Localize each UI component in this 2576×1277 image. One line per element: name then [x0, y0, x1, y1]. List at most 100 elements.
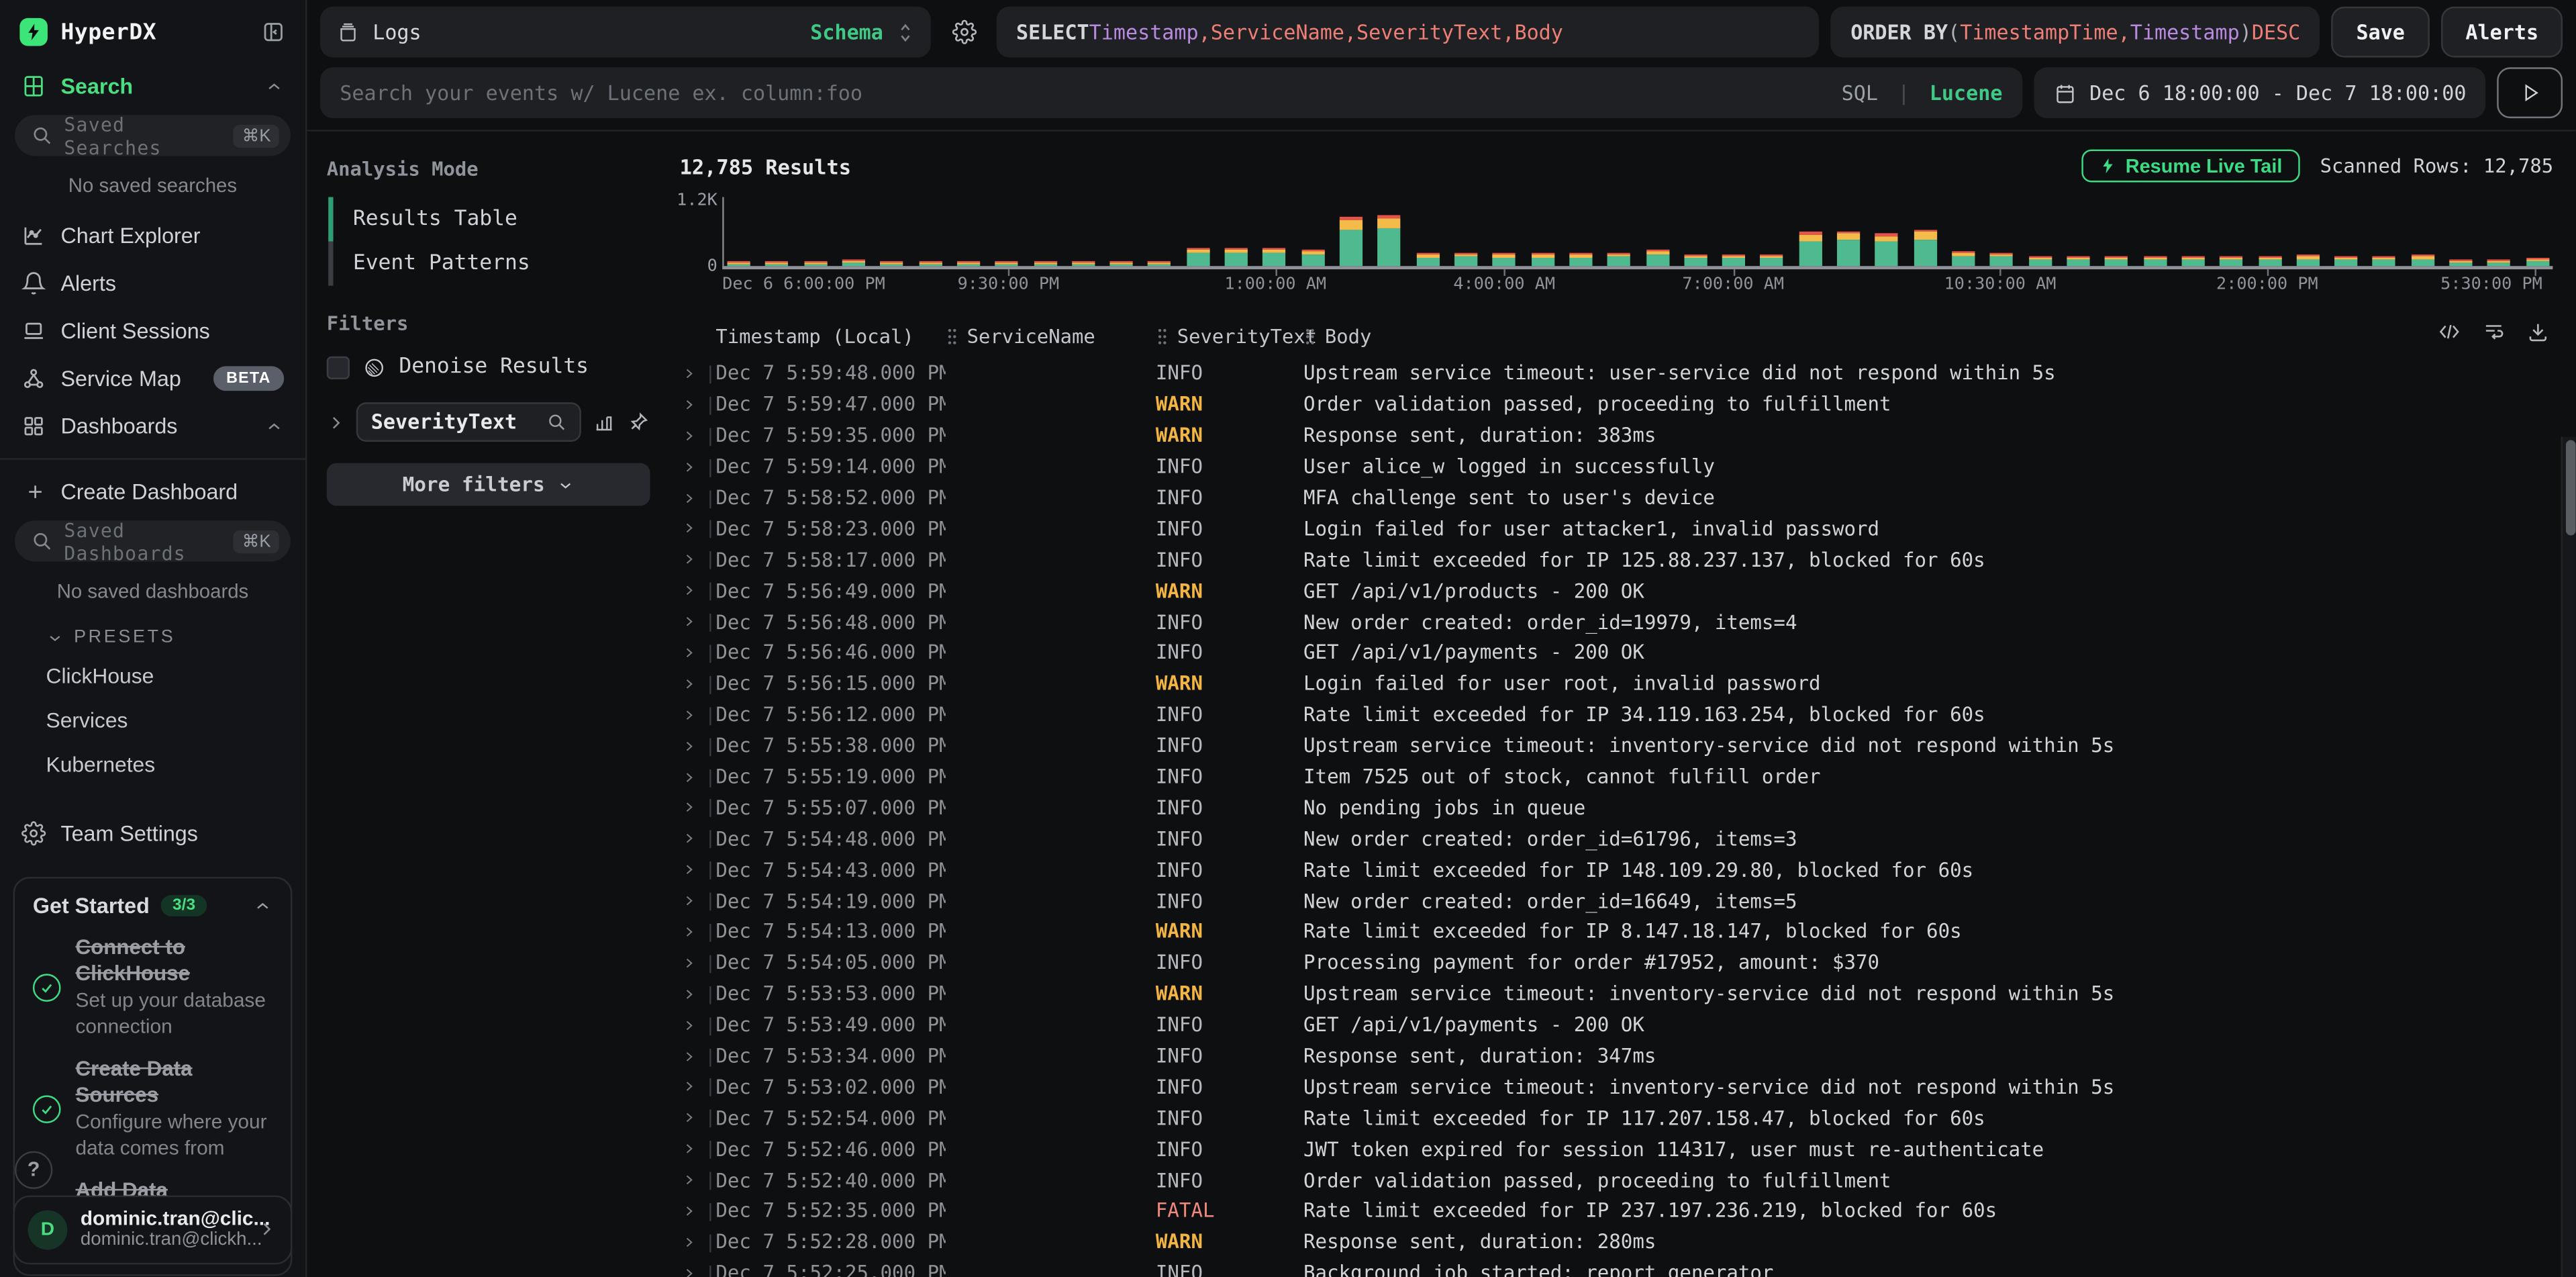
- table-row[interactable]: |Dec 7 5:55:38.000 PMINFOUpstream servic…: [680, 730, 2553, 761]
- sidebar-item-search[interactable]: Search: [0, 62, 305, 110]
- column-header-body[interactable]: Body: [1303, 325, 2553, 348]
- presets-toggle[interactable]: PRESETS: [0, 618, 305, 654]
- expand-row-icon[interactable]: [683, 1080, 695, 1094]
- sidebar-item-chart-explorer[interactable]: Chart Explorer: [0, 212, 305, 260]
- chart-bar[interactable]: [1990, 252, 2013, 266]
- get-started-step-sources[interactable]: Create Data Sources Configure where your…: [33, 1056, 273, 1162]
- expand-row-icon[interactable]: [683, 553, 695, 567]
- select-clause-input[interactable]: SELECT Timestamp,ServiceName,SeverityTex…: [997, 7, 1820, 58]
- chart-bar[interactable]: [2181, 256, 2204, 266]
- table-row[interactable]: |Dec 7 5:56:15.000 PMWARNLogin failed fo…: [680, 668, 2553, 699]
- table-row[interactable]: |Dec 7 5:54:05.000 PMINFOProcessing paym…: [680, 947, 2553, 978]
- chart-bar[interactable]: [2105, 256, 2128, 266]
- chart-bar[interactable]: [1569, 253, 1592, 266]
- more-filters-button[interactable]: More filters: [327, 463, 650, 506]
- chart-bar[interactable]: [766, 261, 789, 266]
- denoise-checkbox[interactable]: [327, 356, 350, 379]
- chart-bar[interactable]: [1799, 232, 1822, 266]
- chevron-up-icon[interactable]: [264, 77, 284, 96]
- wrap-lines-icon[interactable]: [2483, 320, 2506, 343]
- chart-bar[interactable]: [1837, 231, 1860, 266]
- expand-row-icon[interactable]: [683, 1204, 695, 1219]
- chart-bar[interactable]: [2067, 256, 2089, 266]
- pin-icon[interactable]: [627, 410, 650, 433]
- source-settings-button[interactable]: [942, 7, 985, 58]
- chart-bar[interactable]: [2143, 256, 2166, 267]
- chart-bar[interactable]: [1952, 251, 1975, 266]
- table-row[interactable]: |Dec 7 5:59:48.000 PMINFOUpstream servic…: [680, 358, 2553, 389]
- drag-handle-icon[interactable]: [946, 327, 959, 346]
- expand-row-icon[interactable]: [683, 1173, 695, 1188]
- chart-bar[interactable]: [2258, 256, 2281, 266]
- chart-bar[interactable]: [957, 261, 980, 266]
- chart-bar[interactable]: [1531, 253, 1554, 267]
- drag-handle-icon[interactable]: [1303, 327, 1317, 346]
- chart-bar[interactable]: [2296, 255, 2319, 266]
- chart-bar[interactable]: [1225, 248, 1248, 266]
- chart-bar[interactable]: [2373, 256, 2395, 266]
- chart-bar[interactable]: [2028, 256, 2051, 266]
- table-row[interactable]: |Dec 7 5:56:46.000 PMINFOGET /api/v1/pay…: [680, 637, 2553, 668]
- table-row[interactable]: |Dec 7 5:52:28.000 PMWARNResponse sent, …: [680, 1227, 2553, 1258]
- chart-bar[interactable]: [1301, 249, 1324, 266]
- table-row[interactable]: |Dec 7 5:52:54.000 PMINFORate limit exce…: [680, 1102, 2553, 1133]
- alerts-button[interactable]: Alerts: [2441, 7, 2563, 58]
- table-row[interactable]: |Dec 7 5:53:49.000 PMINFOGET /api/v1/pay…: [680, 1010, 2553, 1041]
- get-started-step-connect[interactable]: Connect to ClickHouse Set up your databa…: [33, 935, 273, 1040]
- expand-row-icon[interactable]: [683, 925, 695, 939]
- event-search-input[interactable]: Search your events w/ Lucene ex. column:…: [320, 67, 2022, 118]
- table-row[interactable]: |Dec 7 5:54:48.000 PMINFONew order creat…: [680, 823, 2553, 854]
- table-row[interactable]: |Dec 7 5:56:48.000 PMINFONew order creat…: [680, 606, 2553, 637]
- expand-row-icon[interactable]: [683, 831, 695, 846]
- chart-bar[interactable]: [2411, 254, 2434, 266]
- table-row[interactable]: |Dec 7 5:54:43.000 PMINFORate limit exce…: [680, 854, 2553, 885]
- chart-bar[interactable]: [1263, 248, 1286, 266]
- expand-row-icon[interactable]: [683, 1049, 695, 1063]
- expand-row-icon[interactable]: [683, 397, 695, 412]
- chart-bar[interactable]: [842, 261, 865, 267]
- chevron-up-icon[interactable]: [253, 896, 273, 915]
- chevron-up-icon[interactable]: [264, 416, 284, 436]
- expand-row-icon[interactable]: [683, 676, 695, 691]
- table-row[interactable]: |Dec 7 5:59:35.000 PMWARNResponse sent, …: [680, 420, 2553, 451]
- expand-row-icon[interactable]: [683, 708, 695, 722]
- chart-bar[interactable]: [1761, 254, 1783, 266]
- view-source-icon[interactable]: [2438, 320, 2461, 343]
- facet-chart-icon[interactable]: [593, 410, 615, 433]
- chart-bar[interactable]: [1914, 230, 1936, 266]
- vertical-scrollbar[interactable]: [2561, 437, 2576, 1277]
- table-row[interactable]: |Dec 7 5:52:46.000 PMINFOJWT token expir…: [680, 1133, 2553, 1164]
- chart-bar[interactable]: [1110, 261, 1133, 266]
- preset-clickhouse[interactable]: ClickHouse: [0, 653, 305, 698]
- orderby-clause-input[interactable]: ORDER BY (TimestampTime, Timestamp) DESC: [1831, 7, 2320, 58]
- sidebar-item-service-map[interactable]: Service Map BETA: [0, 354, 305, 402]
- sidebar-item-client-sessions[interactable]: Client Sessions: [0, 307, 305, 354]
- chart-bar[interactable]: [881, 261, 903, 266]
- help-button[interactable]: ?: [15, 1151, 52, 1188]
- chart-bar[interactable]: [1148, 261, 1171, 266]
- expand-row-icon[interactable]: [683, 1110, 695, 1125]
- expand-row-icon[interactable]: [683, 986, 695, 1001]
- scrollbar-thumb[interactable]: [2565, 440, 2575, 536]
- table-row[interactable]: |Dec 7 5:58:23.000 PMINFOLogin failed fo…: [680, 513, 2553, 544]
- table-row[interactable]: |Dec 7 5:56:12.000 PMINFORate limit exce…: [680, 699, 2553, 730]
- sidebar-item-alerts[interactable]: Alerts: [0, 259, 305, 307]
- table-row[interactable]: |Dec 7 5:54:13.000 PMWARNRate limit exce…: [680, 916, 2553, 947]
- chart-bar[interactable]: [2487, 259, 2510, 267]
- chart-bar[interactable]: [2526, 258, 2548, 266]
- expand-row-icon[interactable]: [683, 459, 695, 474]
- table-row[interactable]: |Dec 7 5:53:53.000 PMWARNUpstream servic…: [680, 978, 2553, 1009]
- expand-row-icon[interactable]: [683, 521, 695, 536]
- column-header-timestamp[interactable]: Timestamp (Local): [715, 325, 945, 348]
- expand-row-icon[interactable]: [683, 769, 695, 784]
- chart-bar[interactable]: [1875, 234, 1898, 266]
- denoise-results-toggle[interactable]: Denoise Results: [327, 354, 650, 379]
- mode-event-patterns[interactable]: Event Patterns: [328, 242, 650, 286]
- expand-row-icon[interactable]: [683, 955, 695, 970]
- expand-row-icon[interactable]: [683, 1235, 695, 1249]
- expand-row-icon[interactable]: [683, 366, 695, 381]
- chart-bar[interactable]: [1034, 261, 1056, 266]
- column-header-servicename[interactable]: ServiceName: [946, 325, 1156, 348]
- table-row[interactable]: |Dec 7 5:53:02.000 PMINFOUpstream servic…: [680, 1072, 2553, 1102]
- expand-row-icon[interactable]: [683, 1018, 695, 1033]
